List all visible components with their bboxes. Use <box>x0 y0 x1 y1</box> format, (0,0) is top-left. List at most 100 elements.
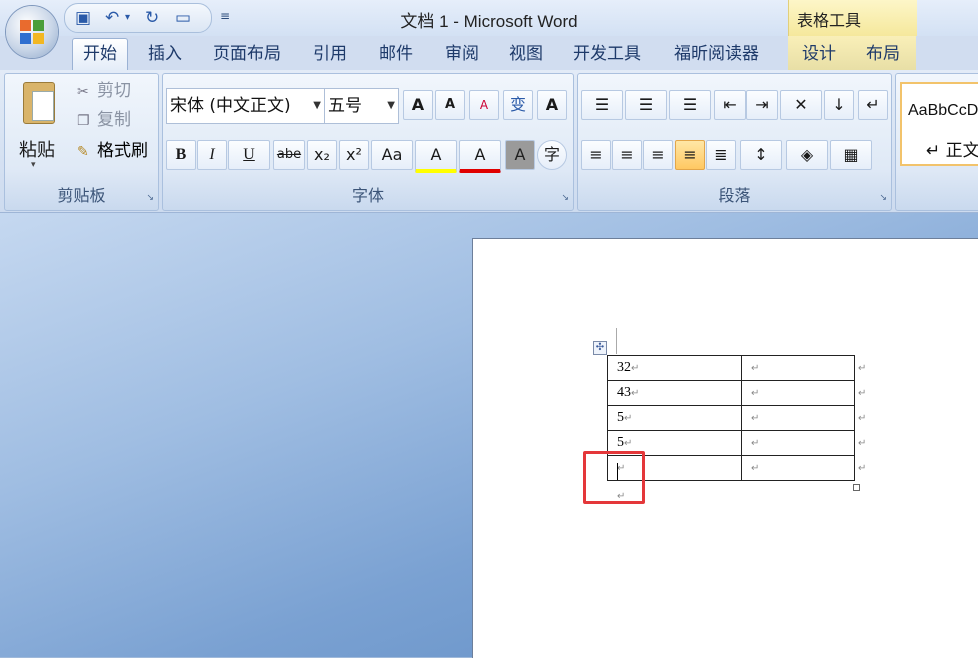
tab-foxit-reader[interactable]: 福昕阅读器 <box>674 42 759 66</box>
shrink-font-button[interactable]: A <box>435 90 465 120</box>
paragraph-group-label: 段落 <box>718 186 751 205</box>
underline-icon: U <box>243 146 255 163</box>
cell-end-mark: ↵ <box>751 388 760 399</box>
watermark-sub: jingyan.baidu.com <box>750 617 855 632</box>
row-end-mark: ↵ <box>858 388 867 399</box>
row-end-mark: ↵ <box>858 463 867 474</box>
show-marks-button[interactable]: ↵ <box>858 90 888 120</box>
clear-format-button[interactable]: A <box>469 90 499 120</box>
cut-button[interactable]: ✂ 剪切 <box>77 80 131 102</box>
multilevel-list-button[interactable]: ☰ <box>669 90 711 120</box>
sort-button[interactable]: ↓ <box>824 90 854 120</box>
style-sample-text: AaBbCcD <box>908 102 978 119</box>
format-painter-button[interactable]: ✎ 格式刷 <box>77 140 148 162</box>
highlight-button[interactable]: A <box>415 140 457 173</box>
tab-view[interactable]: 视图 <box>509 42 543 66</box>
row-end-mark: ↵ <box>858 438 867 449</box>
redo-icon[interactable]: ↻ <box>145 8 159 28</box>
align-center-icon: ≡ <box>620 145 634 164</box>
office-button[interactable] <box>6 6 58 58</box>
brush-icon: ✎ <box>77 144 89 160</box>
paragraph-group: ☰ ☰ ☰ ⇤ ⇥ ✕ ↓ ↵ ≡ ≡ ≡ ≡ ≣ ↕ ◈ ▦ 段落 ↘ <box>577 73 892 211</box>
pinyin-guide-button[interactable]: 变 <box>503 90 533 120</box>
undo-icon[interactable]: ↶ <box>105 8 119 28</box>
office-logo-icon <box>20 20 44 44</box>
highlighter-icon: A <box>430 145 442 164</box>
table-move-handle-icon[interactable]: ✣ <box>593 341 607 355</box>
font-launcher-icon[interactable]: ↘ <box>561 193 569 203</box>
clipboard-launcher-icon[interactable]: ↘ <box>146 193 154 203</box>
customize-qat-icon[interactable]: ≡ <box>220 9 230 23</box>
table-cell[interactable]: 32↵ <box>607 355 742 381</box>
paragraph-mark-icon: ↵ <box>866 95 880 114</box>
cell-end-mark: ↵ <box>624 438 633 449</box>
align-center-button[interactable]: ≡ <box>612 140 642 170</box>
character-border-icon: A <box>545 95 559 114</box>
tab-developer[interactable]: 开发工具 <box>573 42 641 66</box>
cell-end-mark: ↵ <box>631 363 640 374</box>
grow-font-button[interactable]: A <box>403 90 433 120</box>
table-cell[interactable]: ↵ <box>741 355 855 381</box>
copy-button[interactable]: ❐ 复制 <box>77 109 131 131</box>
tab-mailings[interactable]: 邮件 <box>379 42 413 66</box>
paste-icon <box>23 82 55 124</box>
align-right-button[interactable]: ≡ <box>643 140 673 170</box>
change-case-icon: Aa <box>381 145 403 164</box>
change-case-button[interactable]: Aa <box>371 140 413 170</box>
grow-font-icon: A <box>411 95 425 114</box>
tab-review[interactable]: 审阅 <box>445 42 479 66</box>
decrease-indent-icon: ⇤ <box>723 95 737 114</box>
undo-dropdown-icon[interactable]: ▾ <box>125 8 130 28</box>
paste-dropdown-icon[interactable]: ▾ <box>31 160 36 170</box>
superscript-button[interactable]: x² <box>339 140 369 170</box>
chinese-layout-button[interactable]: ✕ <box>780 90 822 120</box>
paragraph-launcher-icon[interactable]: ↘ <box>879 193 887 203</box>
italic-button[interactable]: I <box>197 140 227 170</box>
save-icon[interactable]: ▣ <box>75 8 91 28</box>
paste-button[interactable]: 粘贴 ▾ <box>15 80 71 170</box>
underline-button[interactable]: U <box>228 140 270 170</box>
subscript-button[interactable]: x₂ <box>307 140 337 170</box>
table-cell[interactable]: 43↵ <box>607 380 742 406</box>
table-cell[interactable]: ↵ <box>741 430 855 456</box>
character-shading-button[interactable]: A <box>505 140 535 170</box>
style-name: ↵ 正文 <box>926 141 978 161</box>
tab-design[interactable]: 设计 <box>802 42 836 66</box>
character-border-button[interactable]: A <box>537 90 567 120</box>
table-cell[interactable]: ↵ <box>741 455 855 481</box>
distributed-button[interactable]: ≣ <box>706 140 736 170</box>
character-shading-icon: A <box>514 145 526 164</box>
shading-button[interactable]: ◈ <box>786 140 828 170</box>
tab-insert[interactable]: 插入 <box>148 42 182 66</box>
tab-layout[interactable]: 布局 <box>866 42 900 66</box>
tab-page-layout[interactable]: 页面布局 <box>213 42 281 66</box>
justify-button[interactable]: ≡ <box>675 140 705 170</box>
tab-references[interactable]: 引用 <box>313 42 347 66</box>
scissors-icon: ✂ <box>77 84 89 100</box>
cut-label: 剪切 <box>97 81 131 101</box>
print-preview-icon[interactable]: ▭ <box>175 8 191 28</box>
increase-indent-button[interactable]: ⇥ <box>746 90 778 120</box>
enclose-characters-icon: 字 <box>543 145 560 164</box>
font-name-combo[interactable]: 宋体 (中文正文) ▼ <box>166 88 325 124</box>
strikethrough-button[interactable]: abe <box>273 140 305 170</box>
bold-button[interactable]: B <box>166 140 196 170</box>
table-cell[interactable]: 5↵ <box>607 405 742 431</box>
numbering-button[interactable]: ☰ <box>625 90 667 120</box>
row-end-mark: ↵ <box>858 413 867 424</box>
enclose-characters-button[interactable]: 字 <box>537 140 567 170</box>
font-size-combo[interactable]: 五号 ▼ <box>324 88 399 124</box>
style-normal[interactable]: AaBbCcD ↵ 正文 <box>900 82 978 166</box>
font-color-button[interactable]: A <box>459 140 501 173</box>
line-spacing-icon: ↕ <box>754 145 768 164</box>
table-cell[interactable]: ↵ <box>741 405 855 431</box>
tab-home[interactable]: 开始 <box>72 38 128 71</box>
bullets-button[interactable]: ☰ <box>581 90 623 120</box>
table-resize-handle[interactable] <box>853 484 860 491</box>
chevron-down-icon: ▼ <box>387 100 395 111</box>
table-cell[interactable]: ↵ <box>741 380 855 406</box>
line-spacing-button[interactable]: ↕ <box>740 140 782 170</box>
align-left-button[interactable]: ≡ <box>581 140 611 170</box>
decrease-indent-button[interactable]: ⇤ <box>714 90 746 120</box>
borders-button[interactable]: ▦ <box>830 140 872 170</box>
